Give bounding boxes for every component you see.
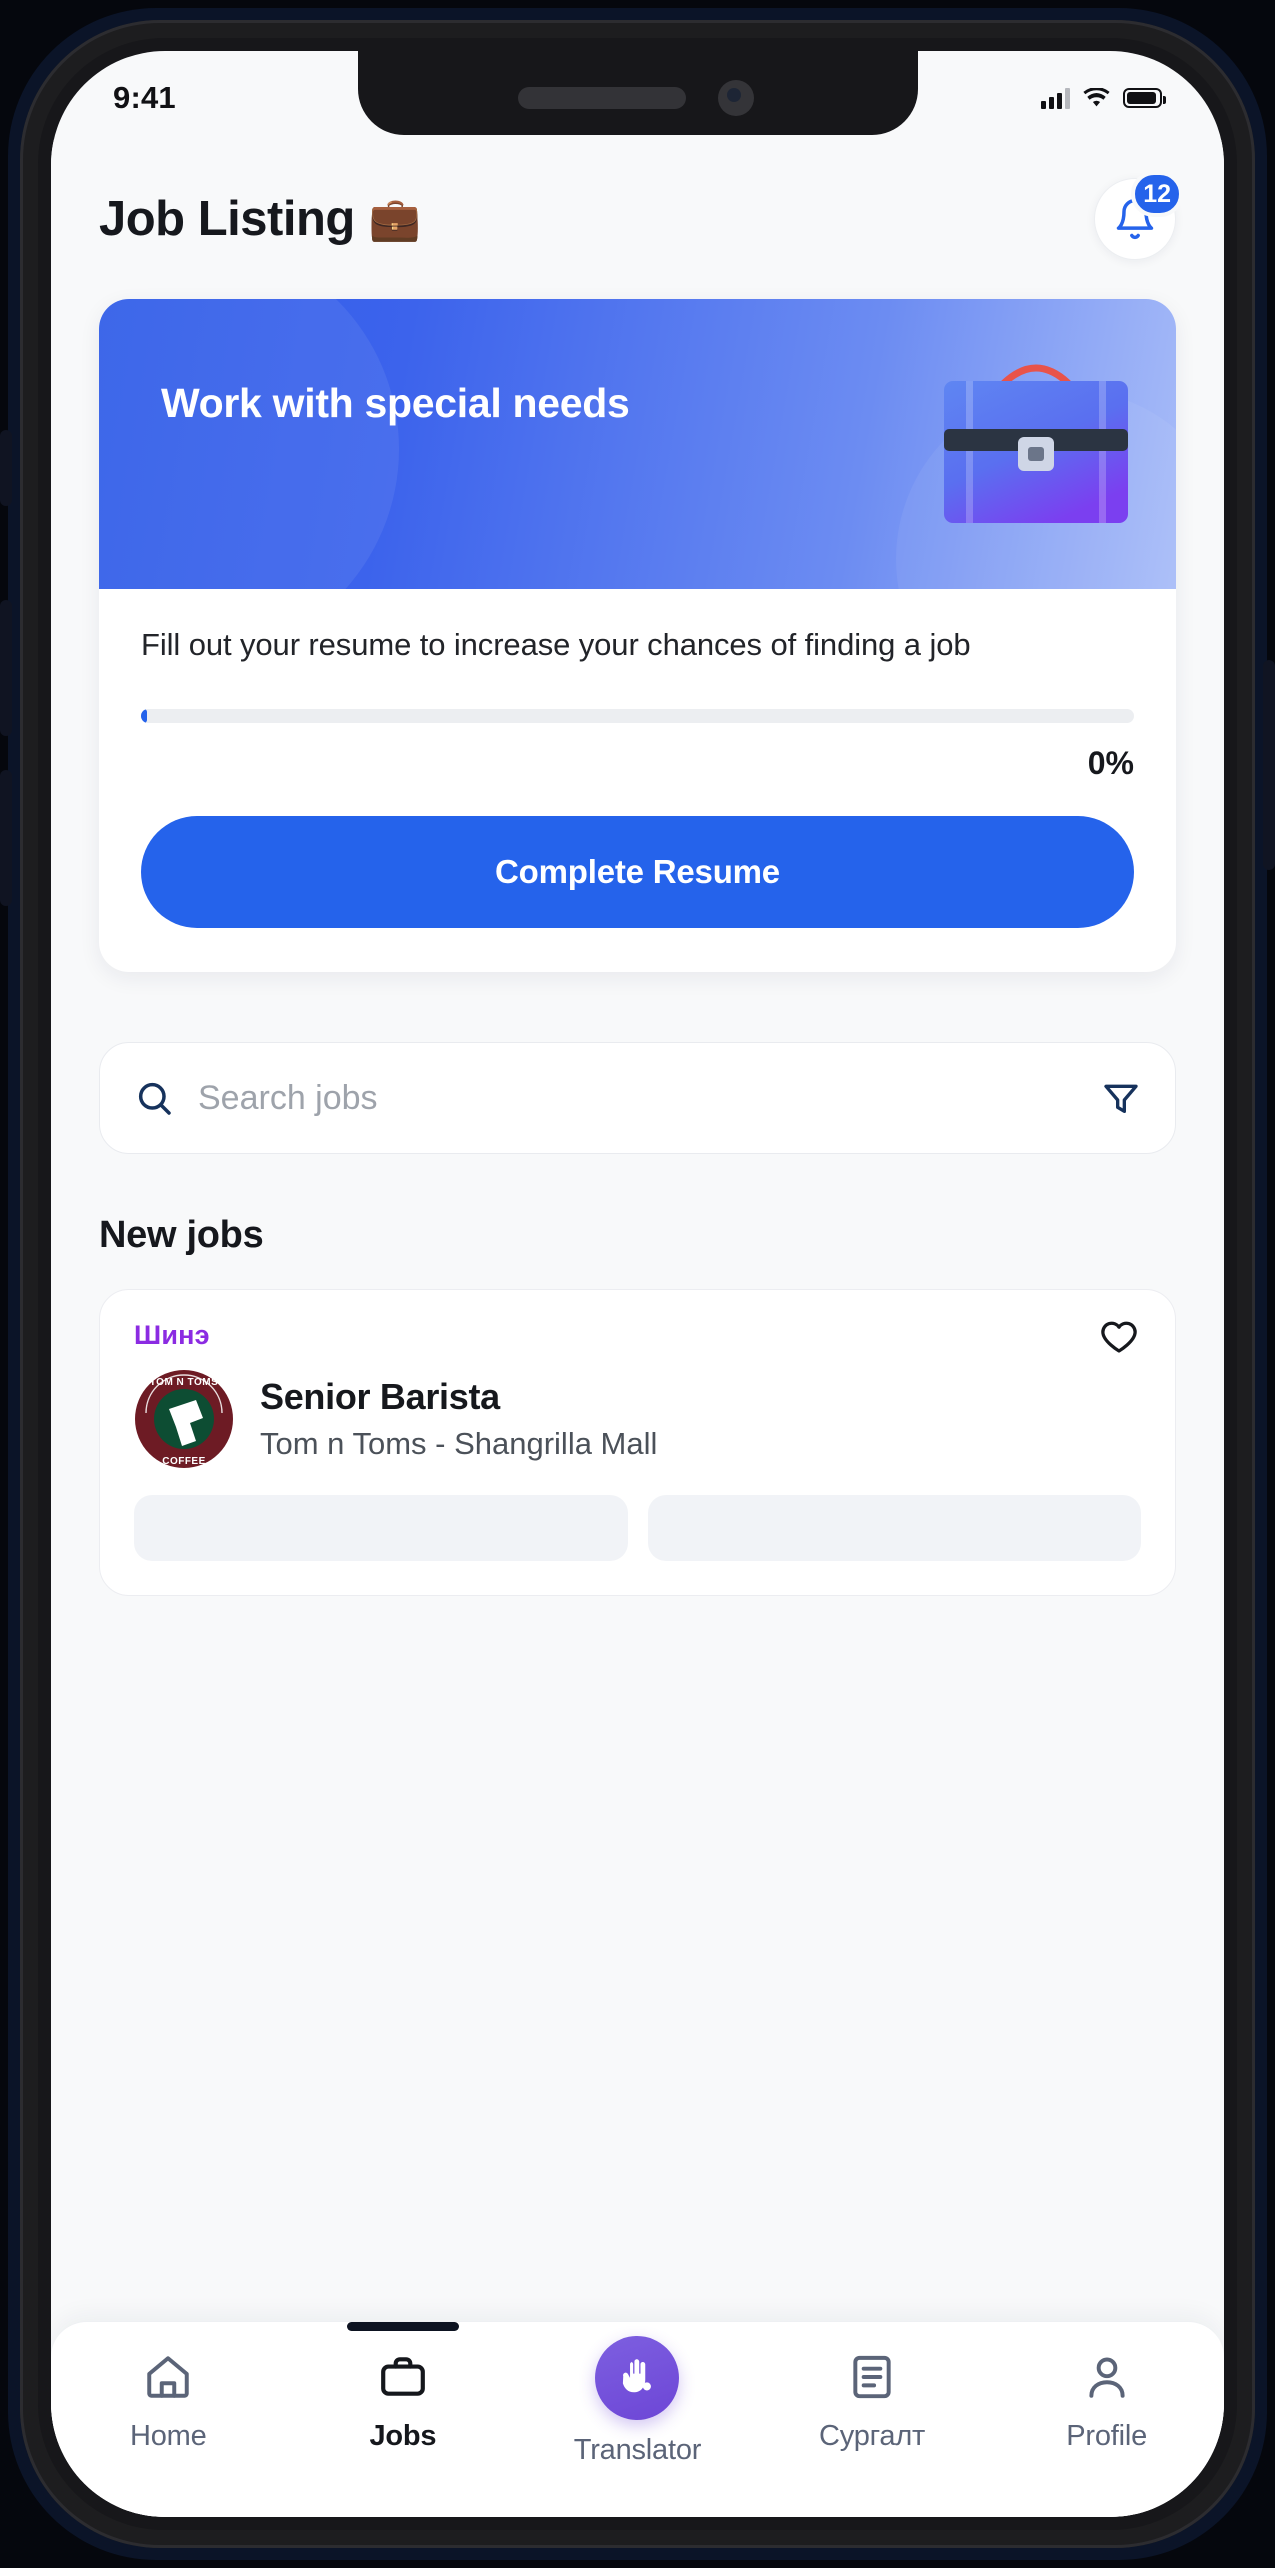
- volume-down-button[interactable]: [0, 770, 12, 906]
- job-chips: [134, 1495, 1141, 1562]
- job-text-block: Senior Barista Tom n Toms - Shangrilla M…: [260, 1376, 657, 1462]
- complete-resume-button[interactable]: Complete Resume: [141, 816, 1134, 929]
- book-icon: [847, 2348, 897, 2406]
- briefcase-emoji-icon: 💼: [368, 195, 421, 242]
- resume-card-body: Fill out your resume to increase your ch…: [99, 589, 1176, 972]
- phone-mockup: 9:41 Job Listing 💼 12 Work with special …: [0, 0, 1275, 2568]
- notifications-button[interactable]: 12: [1094, 171, 1183, 260]
- home-icon: [143, 2348, 193, 2406]
- favorite-button[interactable]: [1097, 1318, 1141, 1367]
- job-main-row: TOM N TOMS COFFEE Senior Barista Tom n T…: [134, 1369, 1141, 1469]
- sign-language-icon[interactable]: [595, 2336, 680, 2420]
- search-bar[interactable]: [99, 1042, 1176, 1155]
- resume-banner: Work with special needs: [99, 299, 1176, 589]
- nav-label-surgalt: Сургалт: [819, 2420, 926, 2452]
- nav-label-translator: Translator: [573, 2434, 702, 2466]
- resume-card: Work with special needs Fill out your re…: [99, 299, 1176, 973]
- heart-outline-icon: [1101, 1321, 1137, 1353]
- job-tag-badge: Шинэ: [134, 1320, 210, 1351]
- nav-item-profile[interactable]: Profile: [989, 2348, 1224, 2453]
- nav-item-jobs[interactable]: Jobs: [286, 2322, 521, 2453]
- nav-label-jobs: Jobs: [369, 2420, 437, 2452]
- wifi-icon: [1083, 86, 1110, 109]
- job-chip[interactable]: [134, 1495, 628, 1562]
- progress-fill: [141, 709, 147, 724]
- job-company: Tom n Toms - Shangrilla Mall: [260, 1426, 658, 1462]
- page-title-text: Job Listing: [99, 192, 355, 246]
- silent-switch[interactable]: [0, 430, 12, 506]
- resume-progress: 0%: [141, 709, 1134, 782]
- earpiece-speaker: [517, 87, 686, 109]
- device-notch: [357, 51, 918, 135]
- job-chip[interactable]: [647, 1495, 1141, 1562]
- status-bar-icons: [1041, 86, 1166, 109]
- phone-screen: 9:41 Job Listing 💼 12 Work with special …: [51, 51, 1224, 2517]
- bottom-navigation: Home Jobs Translator Сургалт Profile: [51, 2321, 1224, 2517]
- section-title-new-jobs: New jobs: [99, 1214, 264, 1257]
- nav-label-home: Home: [130, 2420, 207, 2452]
- front-camera: [717, 80, 754, 116]
- power-button[interactable]: [1263, 660, 1275, 870]
- nav-item-surgalt[interactable]: Сургалт: [755, 2348, 990, 2453]
- search-input[interactable]: [198, 1078, 1077, 1118]
- notification-badge: 12: [1131, 171, 1183, 217]
- app-header: Job Listing 💼 12: [51, 139, 1224, 271]
- filter-icon[interactable]: [1101, 1078, 1141, 1118]
- nav-active-indicator: [346, 2322, 459, 2331]
- cellular-signal-icon: [1041, 87, 1070, 109]
- search-icon: [138, 1082, 171, 1115]
- svg-text:TOM N TOMS: TOM N TOMS: [150, 1377, 219, 1388]
- status-bar-clock: 9:41: [113, 80, 176, 115]
- volume-up-button[interactable]: [0, 600, 12, 736]
- page-title: Job Listing 💼: [99, 191, 421, 247]
- progress-percent-label: 0%: [1087, 745, 1134, 782]
- resume-description: Fill out your resume to increase your ch…: [141, 627, 971, 662]
- progress-track: [141, 709, 1134, 724]
- job-card[interactable]: Шинэ TOM N TOMS COFFEE Senior Barista To…: [99, 1289, 1176, 1597]
- svg-text:COFFEE: COFFEE: [162, 1456, 206, 1467]
- nav-label-profile: Profile: [1066, 2420, 1148, 2452]
- app-content: Job Listing 💼 12 Work with special needs…: [51, 139, 1224, 2517]
- tom-n-toms-coffee-logo-icon: TOM N TOMS COFFEE: [134, 1369, 234, 1469]
- briefcase-icon: [378, 2348, 428, 2406]
- nav-item-translator[interactable]: Translator: [520, 2336, 755, 2467]
- briefcase-illustration-icon: [926, 341, 1146, 551]
- job-title: Senior Barista: [260, 1376, 500, 1418]
- person-icon: [1082, 2348, 1132, 2406]
- battery-full-icon: [1123, 88, 1166, 108]
- nav-item-home[interactable]: Home: [51, 2348, 286, 2453]
- banner-title: Work with special needs: [161, 380, 630, 426]
